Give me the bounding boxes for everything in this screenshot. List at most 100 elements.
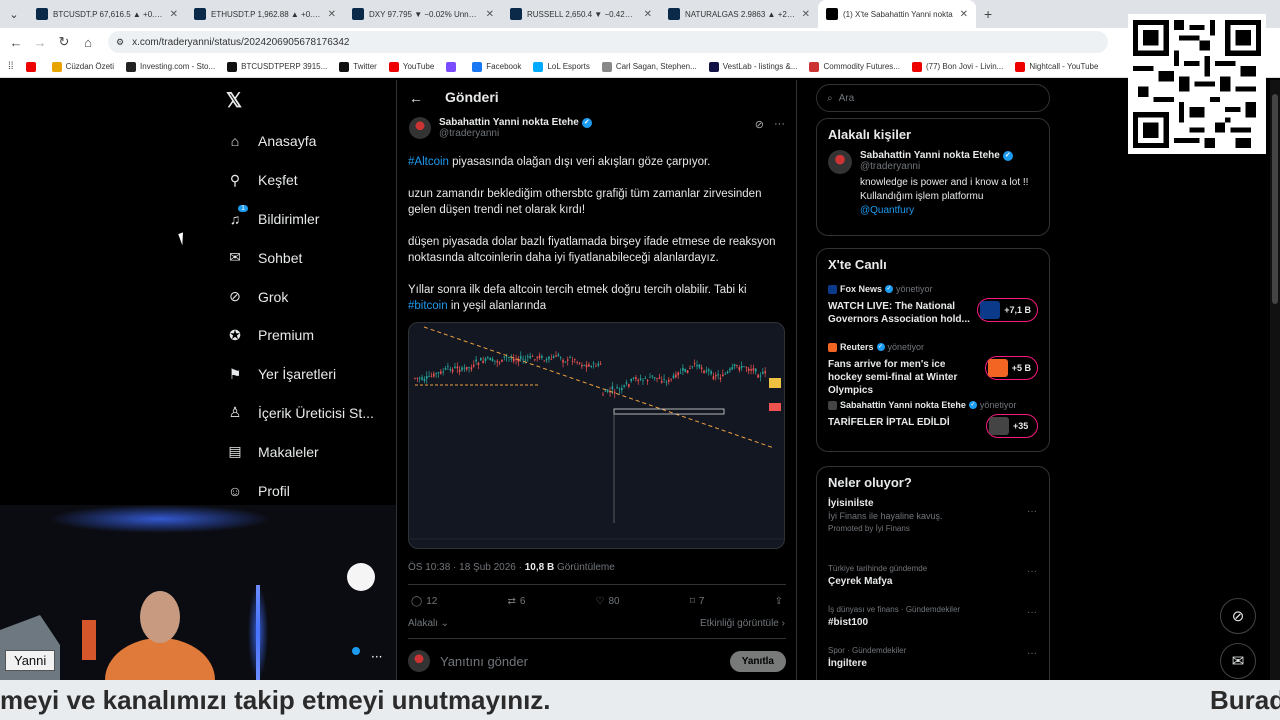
avatar[interactable] [409,117,431,139]
author-handle[interactable]: @traderyanni [439,128,592,139]
candle-body [496,360,499,363]
close-tab-icon[interactable]: ✕ [802,9,810,20]
reply-input[interactable]: Yanıtını gönder [440,654,720,669]
browser-tab[interactable]: (1) X'te Sabahattin Yanni nokta ✕ [818,0,976,28]
bookmark-button[interactable]: ⌑ 7 [690,596,705,607]
bookmark-item[interactable]: (77) Bon Jovi - Livin... [911,61,1003,72]
live-listeners-pill[interactable]: +7,1 B [977,298,1038,322]
bookmark-item[interactable] [25,61,40,72]
close-tab-icon[interactable]: ✕ [960,9,968,20]
search-input[interactable]: ⌕ Ara [816,84,1050,112]
more-icon[interactable]: ··· [1027,607,1037,618]
hashtag-link[interactable]: #bitcoin [408,300,448,312]
candle-body [710,371,712,375]
candle-body [630,379,632,382]
share-button[interactable]: ⇪ [775,596,783,607]
bookmark-item[interactable]: LoL Esports [533,61,590,72]
close-tab-icon[interactable]: ✕ [644,9,652,20]
tab-search-icon[interactable]: ⌄ [0,8,28,21]
live-item[interactable]: Sabahattin Yanni nokta Etehe ✓ yönetiyor TA… [817,396,1049,454]
related-handle[interactable]: @traderyanni [860,161,1038,172]
bookmark-item[interactable]: Nightcall - YouTube [1015,61,1098,72]
grok-fab-button[interactable]: ⊘ [1220,598,1256,634]
close-tab-icon[interactable]: ✕ [170,9,178,20]
grok-explain-icon[interactable]: ⊘ [755,118,764,131]
trend-item[interactable]: Spor · Gündemdekiler İngiltere ··· [817,640,1049,681]
bookmark-item[interactable]: Commodity Futures... [809,61,900,72]
bookmark-item[interactable]: Investing.com - Sto... [126,61,215,72]
card-title: Alakalı kişiler [828,127,912,142]
like-button[interactable]: ♡ 80 [596,596,620,607]
trend-item[interactable]: İş dünyası ve finans · Gündemdekiler #bis… [817,599,1049,640]
new-tab-button[interactable]: + [984,6,992,22]
live-item[interactable]: Fox News ✓ yönetiyor WATCH LIVE: The Nation… [817,280,1049,338]
nav-item[interactable]: ▤ Makaleler [226,432,386,471]
hashtag-link[interactable]: #Altcoin [408,156,449,168]
avatar[interactable] [828,150,852,174]
bookmark-item[interactable]: YouTube [388,61,434,72]
view-activity-link[interactable]: Etkinliği görüntüle › [700,618,785,629]
live-item[interactable]: Reuters ✓ yönetiyor Fans arrive for men's i… [817,338,1049,396]
post-chart-image[interactable] [408,322,785,549]
live-listeners-pill[interactable]: +35 [986,414,1038,438]
live-host[interactable]: Sabahattin Yanni nokta Etehe [840,400,966,410]
nav-item[interactable]: ♫ 1 Bildirimler [226,200,386,239]
candle-body [604,390,607,392]
more-icon[interactable]: ··· [1027,506,1037,517]
reply-button[interactable]: ◯ 12 [411,596,437,607]
nav-item[interactable]: ♙ İçerik Üreticisi St... [226,394,386,433]
more-icon[interactable]: ··· [1027,648,1037,659]
nav-item[interactable]: ⌂ Anasayfa [226,122,386,161]
candle-body [646,380,649,382]
author-name[interactable]: Sabahattin Yanni nokta Etehe [439,117,579,128]
bookmark-item[interactable]: Twitter [339,61,377,72]
more-icon[interactable]: ··· [774,118,785,131]
browser-tab[interactable]: BTCUSDT.P 67,616.5 ▲ +0.96% ✕ [28,0,186,28]
x-logo-icon[interactable]: 𝕏 [226,88,242,113]
bookmark-item[interactable]: Facebook [472,61,521,72]
reply-submit-button[interactable]: Yanıtla [729,650,786,672]
reload-icon[interactable]: ↻ [54,34,74,50]
mention-link[interactable]: @Quantfury [860,205,914,216]
close-tab-icon[interactable]: ✕ [328,9,336,20]
trend-name: İyisiniİste [828,498,874,509]
browser-tab[interactable]: RUSSELL 2,650.4 ▼ −0.42% Un ✕ [502,0,660,28]
post-author[interactable]: Sabahattin Yanni nokta Etehe ✓ @traderyan… [409,117,592,139]
live-role: yönetiyor [887,342,925,352]
apps-icon[interactable]: ⁞⁞ [8,61,14,72]
live-listeners-pill[interactable]: +5 B [984,356,1038,380]
live-host[interactable]: Fox News [840,284,882,294]
back-arrow-icon[interactable]: ← [409,90,423,106]
repost-button[interactable]: ⇄ 6 [507,596,525,607]
browser-tab[interactable]: DXY 97.795 ▼ −0.02% Unnamed ✕ [344,0,502,28]
bookmark-item[interactable]: Cüzdan Özeti [51,61,114,72]
scrollbar-thumb[interactable] [1272,94,1278,304]
nav-item[interactable]: ✉ Sohbet [226,238,386,277]
close-tab-icon[interactable]: ✕ [486,9,494,20]
trend-item[interactable]: Türkiye tarihinde gündemde Çeyrek Mafya ··… [817,558,1049,599]
home-browser-icon[interactable]: ⌂ [78,35,98,50]
url-field[interactable]: ⚙ x.com/traderyanni/status/2024206905678… [108,31,1108,53]
bookmark-item[interactable] [446,61,460,72]
back-icon[interactable]: ← [6,35,26,50]
bookmark-item[interactable]: BTCUSDTPERP 3915... [227,61,327,72]
nav-item[interactable]: ⊘ Grok [226,277,386,316]
messages-fab-button[interactable]: ✉ [1220,643,1256,679]
bookmark-item[interactable]: Carl Sagan, Stephen... [601,61,697,72]
browser-tab[interactable]: ETHUSDT.P 1,962.88 ▲ +0.76% ✕ [186,0,344,28]
post-time[interactable]: ÖS 10:38 · 18 Şub 2026 · [408,562,525,573]
sort-replies-dropdown[interactable]: Alakalı ⌄ [408,618,449,629]
more-icon[interactable]: ··· [1027,566,1037,577]
related-name[interactable]: Sabahattin Yanni nokta Etehe [860,150,1000,161]
scrollbar[interactable] [1270,80,1280,680]
bookmark-item[interactable]: VestLab - listings &... [708,61,797,72]
site-info-icon[interactable]: ⚙ [116,37,124,48]
forward-icon[interactable]: → [30,35,50,50]
nav-item-label: Yer İşaretleri [258,366,337,383]
trend-item[interactable]: İyisiniİste İyi Finans ile hayaline kavuş… [817,498,1049,558]
browser-tab[interactable]: NATURALGAS 2.9863 ▲ +2.19% ✕ [660,0,818,28]
live-host[interactable]: Reuters [840,342,874,352]
nav-item[interactable]: ✪ Premium [226,316,386,355]
nav-item[interactable]: ⚑ Yer İşaretleri [226,355,386,394]
nav-item[interactable]: ⚲ Keşfet [226,161,386,200]
